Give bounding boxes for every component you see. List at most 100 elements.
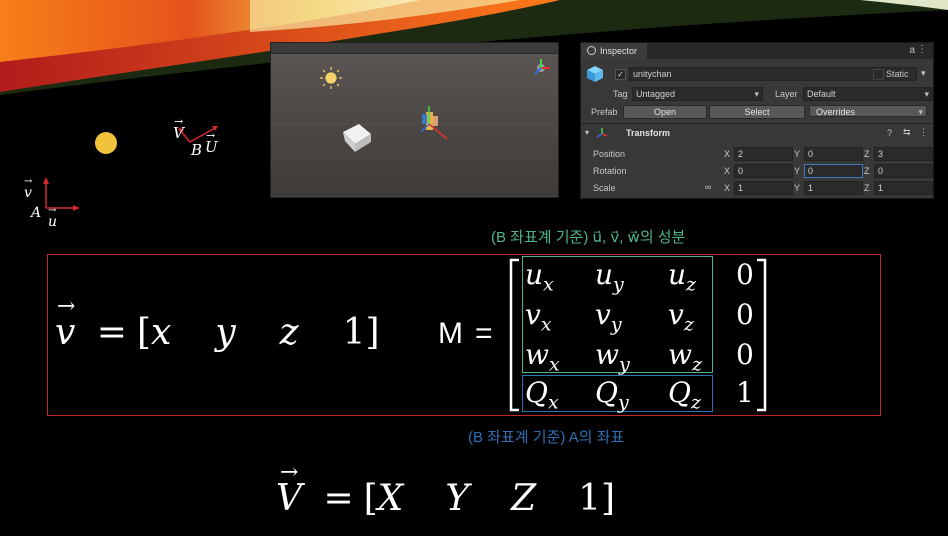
position-label: Position: [593, 149, 626, 159]
lock-icon[interactable]: a: [909, 45, 915, 56]
axis-x-label: X: [724, 183, 731, 193]
axis-y-label: Y: [794, 183, 801, 193]
matrix-cell-base: w: [668, 338, 692, 371]
V-Z: Z: [511, 478, 537, 519]
scene-toolbar[interactable]: [271, 43, 558, 54]
prefab-select-button[interactable]: Select: [709, 105, 805, 119]
matrix-cell-base: w: [525, 338, 549, 371]
matrix-cell: 1: [736, 376, 754, 409]
label-u-vector: → u: [48, 205, 58, 230]
scene-contents: [271, 54, 558, 196]
matrix-cell: vx: [525, 298, 552, 336]
matrix-cell-base: u: [595, 258, 614, 291]
matrix-cell-base: Q: [525, 376, 548, 409]
help-icon[interactable]: ?: [887, 128, 892, 138]
matrix-cell-subscript: z: [683, 313, 694, 336]
info-icon: [587, 46, 596, 55]
sun-object: [95, 132, 117, 154]
layer-dropdown[interactable]: Default: [803, 87, 933, 101]
V-Y: Y: [445, 478, 470, 519]
label-A: A: [31, 205, 42, 221]
v-z: z: [279, 312, 299, 353]
scene-view-panel[interactable]: [270, 42, 559, 198]
scale-x-field[interactable]: 1: [734, 181, 793, 195]
v-vector-symbol: → v: [55, 294, 76, 353]
matrix-cell-subscript: y: [617, 391, 629, 414]
tab-inspector[interactable]: Inspector: [581, 43, 648, 59]
V-vector-symbol: → V: [276, 460, 302, 519]
prefab-label: Prefab: [591, 107, 618, 117]
matrix-cell-base: w: [595, 338, 619, 371]
v-w: 1: [342, 312, 366, 353]
transform-icon: [596, 128, 608, 138]
scale-y-field[interactable]: 1: [804, 181, 863, 195]
position-z-field[interactable]: 3: [874, 147, 933, 161]
matrix-cell: Qz: [668, 376, 701, 414]
matrix-cell-base: u: [525, 258, 544, 291]
matrix-cell: wz: [668, 338, 702, 376]
static-dropdown-icon[interactable]: ▾: [921, 68, 926, 79]
equation-V-row: → V = [X Y Z 1]: [276, 460, 616, 519]
inspector-panel[interactable]: Inspector a ⋮ ✓ unitychan Static ▾ Tag U…: [580, 42, 934, 199]
matrix-cell-subscript: y: [613, 273, 624, 296]
tag-dropdown[interactable]: Untagged: [632, 87, 763, 101]
matrix-cell: uz: [668, 258, 696, 296]
matrix-cell: vy: [595, 298, 622, 336]
matrix-cell-base: v: [525, 298, 541, 331]
matrix-cell-base: v: [595, 298, 611, 331]
presets-icon[interactable]: ⇆: [903, 127, 911, 138]
scale-z-field[interactable]: 1: [874, 181, 933, 195]
matrix-cell-subscript: y: [610, 313, 622, 336]
static-label: Static: [886, 69, 909, 79]
matrix-cell-subscript: x: [543, 273, 554, 296]
divider: [581, 123, 933, 124]
label-U-vector: → U: [205, 129, 218, 156]
frame-A-axes: [43, 177, 80, 211]
matrix-cell: Qx: [525, 376, 559, 414]
axis-z-label: Z: [864, 149, 870, 159]
layer-label: Layer: [775, 89, 798, 99]
rotation-z-field[interactable]: 0: [874, 164, 933, 178]
tag-label: Tag: [613, 89, 628, 99]
matrix-cell-subscript: z: [690, 391, 701, 414]
position-x-field[interactable]: 2: [734, 147, 793, 161]
rotation-label: Rotation: [593, 166, 627, 176]
axis-x-label: X: [724, 166, 731, 176]
matrix-cell: uy: [595, 258, 624, 296]
label-v-vector: → v: [24, 176, 33, 201]
matrix-cell: 0: [736, 298, 754, 331]
static-checkbox[interactable]: [873, 69, 884, 80]
V-W: 1: [578, 478, 601, 519]
matrix-cell: ux: [525, 258, 554, 296]
gameobject-icon: [587, 66, 603, 82]
prefab-overrides-dropdown[interactable]: Overrides: [809, 105, 927, 118]
matrix-cell: 0: [736, 258, 754, 291]
label-V-vector: → V: [173, 115, 184, 142]
matrix-cell-base: Q: [595, 376, 618, 409]
equation-v-row: → v = [x y z 1]: [55, 294, 380, 353]
matrix-cell-subscript: y: [618, 353, 630, 376]
foldout-arrow-icon[interactable]: ▾: [585, 128, 589, 137]
rotation-x-field[interactable]: 0: [734, 164, 793, 178]
matrix-cell: wx: [525, 338, 560, 376]
axis-y-label: Y: [794, 166, 801, 176]
v-x: x: [151, 312, 172, 353]
label-B: B: [191, 141, 203, 159]
inspector-titlebar: Inspector a ⋮: [581, 43, 933, 59]
component-menu-icon[interactable]: ⋮: [919, 127, 928, 138]
matrix-cell-base: Q: [668, 376, 691, 409]
v-y: y: [215, 312, 236, 353]
active-checkbox[interactable]: ✓: [615, 69, 626, 80]
matrix-cell: vz: [668, 298, 694, 336]
rotation-y-field[interactable]: 0: [804, 164, 863, 178]
more-options-icon[interactable]: ⋮: [917, 44, 927, 55]
matrix-cell-subscript: x: [540, 313, 552, 336]
axis-x-label: X: [724, 149, 731, 159]
prefab-open-button[interactable]: Open: [623, 105, 707, 119]
matrix-cell-subscript: x: [548, 353, 560, 376]
caption-A-coordinates: (B 좌표계 기준) A의 좌표: [468, 429, 625, 446]
matrix-cell-subscript: z: [686, 273, 697, 296]
link-scale-icon[interactable]: ∞: [705, 182, 711, 192]
matrix-cell-base: v: [668, 298, 684, 331]
position-y-field[interactable]: 0: [804, 147, 863, 161]
